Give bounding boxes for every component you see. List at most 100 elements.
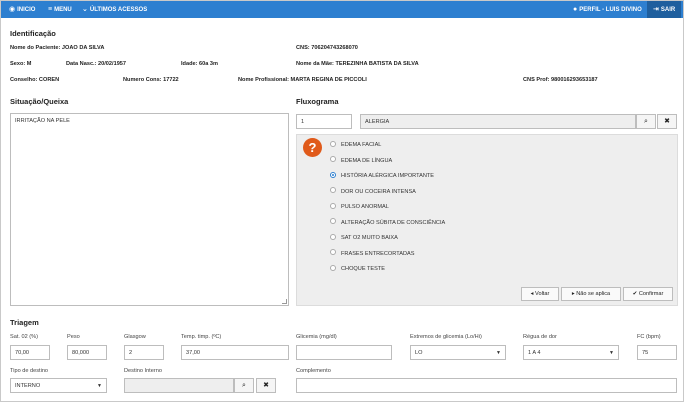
inicio-link[interactable]: ◉ INICIO [9,1,35,18]
radio-icon[interactable] [330,187,336,194]
glicemia-input[interactable] [296,345,392,360]
radio-selected-icon[interactable] [330,171,336,178]
triagem-title: Triagem [10,318,39,327]
voltar-label: Voltar [535,291,550,297]
sair-button[interactable]: ⇥ SAIR [647,1,682,18]
chevron-down-icon: ▼ [97,383,102,389]
inicio-label: INICIO [17,7,36,13]
cns-label: CNS: [296,45,310,51]
option-sat-o2[interactable]: SAT O2 MUITO BAIXA [330,233,398,243]
extremos-label: Extremos de glicemia (Lo/Hi) [410,334,482,340]
option-label: ALTERAÇÃO SÚBITA DE CONSCIÊNCIA [341,219,446,226]
arrow-right-icon: ▸ [571,291,575,297]
option-frases-entrecortadas[interactable]: FRASES ENTRECORTADAS [330,249,414,259]
clear-button[interactable]: ✖ [657,114,677,129]
identificacao-title: Identificação [10,29,56,38]
extremos-select[interactable]: LO ▼ [410,345,506,360]
option-label: EDEMA FACIAL [341,142,382,148]
option-label: FRASES ENTRECORTADAS [341,250,415,257]
numcons-value: 17722 [163,77,179,83]
ultimos-acessos-label: ÚLTIMOS ACESSOS [89,7,148,13]
radio-icon[interactable] [330,264,336,271]
option-edema-lingua[interactable]: EDEMA DE LÍNGUA [330,156,392,166]
arrow-left-icon: ◂ [530,291,534,297]
idade-value: 60a 3m [199,61,219,67]
mae-label: Nome da Mãe: [296,61,334,67]
option-alteracao-consciencia[interactable]: ALTERAÇÃO SÚBITA DE CONSCIÊNCIA [330,218,445,228]
home-icon: ◉ [9,6,16,13]
conselho-field: Conselho: COREN [10,77,59,83]
glicemia-label: Glicemia (mg/dl) [296,334,337,340]
radio-icon[interactable] [330,140,336,147]
option-label: DOR OU COCEIRA INTENSA [341,188,416,195]
nao-se-aplica-button[interactable]: ▸ Não se aplica [561,287,621,301]
temp-input[interactable]: 37,00 [181,345,289,360]
cns-field: CNS: 706204743268070 [296,45,358,51]
option-label: HISTÓRIA ALÉRGICA IMPORTANTE [341,173,435,179]
nasc-field: Data Nasc.: 20/02/1957 [66,61,126,67]
nome-paciente-label: Nome do Paciente: [10,45,61,51]
option-pulso-anormal[interactable]: PULSO ANORMAL [330,202,389,212]
sexo-value: M [26,61,32,67]
menu-label: MENU [54,7,72,13]
top-navigation-bar: ◉ INICIO ≡ MENU ⌄ ÚLTIMOS ACESSOS ● PERFIL -… [1,1,683,18]
radio-icon[interactable] [330,249,336,256]
ultimos-acessos-button[interactable]: ⌄ ÚLTIMOS ACESSOS [82,1,147,18]
complemento-label: Complemento [296,368,331,374]
destino-clear-button[interactable]: ✖ [256,378,276,393]
option-label: EDEMA DE LÍNGUA [341,157,393,164]
regua-select[interactable]: 1 A 4 ▼ [523,345,619,360]
radio-icon[interactable] [330,233,336,240]
fluxograma-code-input[interactable]: 1 [296,114,352,129]
glasgow-input[interactable]: 2 [124,345,164,360]
confirmar-label: Confirmar [638,291,664,297]
option-label: SAT O2 MUITO BAIXA [341,235,398,241]
cns-prof-label: CNS Prof: [523,77,550,83]
idade-label: Idade: [181,61,198,67]
peso-input[interactable]: 80,000 [67,345,107,360]
nome-paciente-value: JOAO DA SILVA [61,45,105,51]
option-edema-facial[interactable]: EDEMA FACIAL [330,140,381,150]
resize-handle-icon[interactable] [282,299,287,304]
nao-se-aplica-label: Não se aplica [576,291,611,297]
radio-icon[interactable] [330,156,336,163]
peso-label: Peso [67,334,80,340]
option-choque-teste[interactable]: CHOQUE TESTE [330,264,385,274]
search-button[interactable]: ⌕ [636,114,656,129]
voltar-button[interactable]: ◂ Voltar [521,287,559,301]
search-icon: ⌕ [242,382,246,389]
option-historia-alergica[interactable]: HISTÓRIA ALÉRGICA IMPORTANTE [330,171,434,181]
option-label: CHOQUE TESTE [341,266,386,272]
destino-search-button[interactable]: ⌕ [234,378,254,393]
sat-label: Sat. 02 (%) [10,334,38,340]
sat-input[interactable]: 70,00 [10,345,50,360]
destino-select[interactable]: INTERNO ▼ [10,378,107,393]
menu-button[interactable]: ≡ MENU [48,1,72,18]
mae-value: TEREZINHA BATISTA DA SILVA [335,61,419,67]
situacao-title: Situação/Queixa [10,97,69,106]
close-icon: ✖ [664,118,670,125]
conselho-label: Conselho: [10,77,38,83]
complemento-input[interactable] [296,378,677,393]
fc-label: FC (bpm) [637,334,661,340]
situacao-text: IRRITAÇÃO NA PELE [15,118,70,124]
cns-prof-field: CNS Prof: 980016293653187 [523,77,598,83]
perfil-link[interactable]: ● PERFIL - LUIS DIVINO [573,1,642,18]
confirmar-button[interactable]: ✔ Confirmar [623,287,673,301]
radio-icon[interactable] [330,202,336,209]
numcons-label: Numero Cons: [123,77,162,83]
search-icon: ⌕ [644,118,648,125]
destino-interno-input[interactable] [124,378,234,393]
option-dor-coceira[interactable]: DOR OU COCEIRA INTENSA [330,187,416,197]
fc-input[interactable]: 75 [637,345,677,360]
radio-icon[interactable] [330,218,336,225]
logout-icon: ⇥ [653,6,659,13]
situacao-textarea[interactable]: IRRITAÇÃO NA PELE [10,113,289,306]
profissional-value: MARTA REGINA DE PICCOLI [290,77,367,83]
chevron-down-icon: ▼ [609,350,614,356]
fluxograma-name-input[interactable]: ALERGIA [360,114,636,129]
nasc-label: Data Nasc.: [66,61,97,67]
regua-value: 1 A 4 [528,350,541,356]
sexo-label: Sexo: [10,61,26,67]
chevron-down-icon: ⌄ [82,6,88,13]
